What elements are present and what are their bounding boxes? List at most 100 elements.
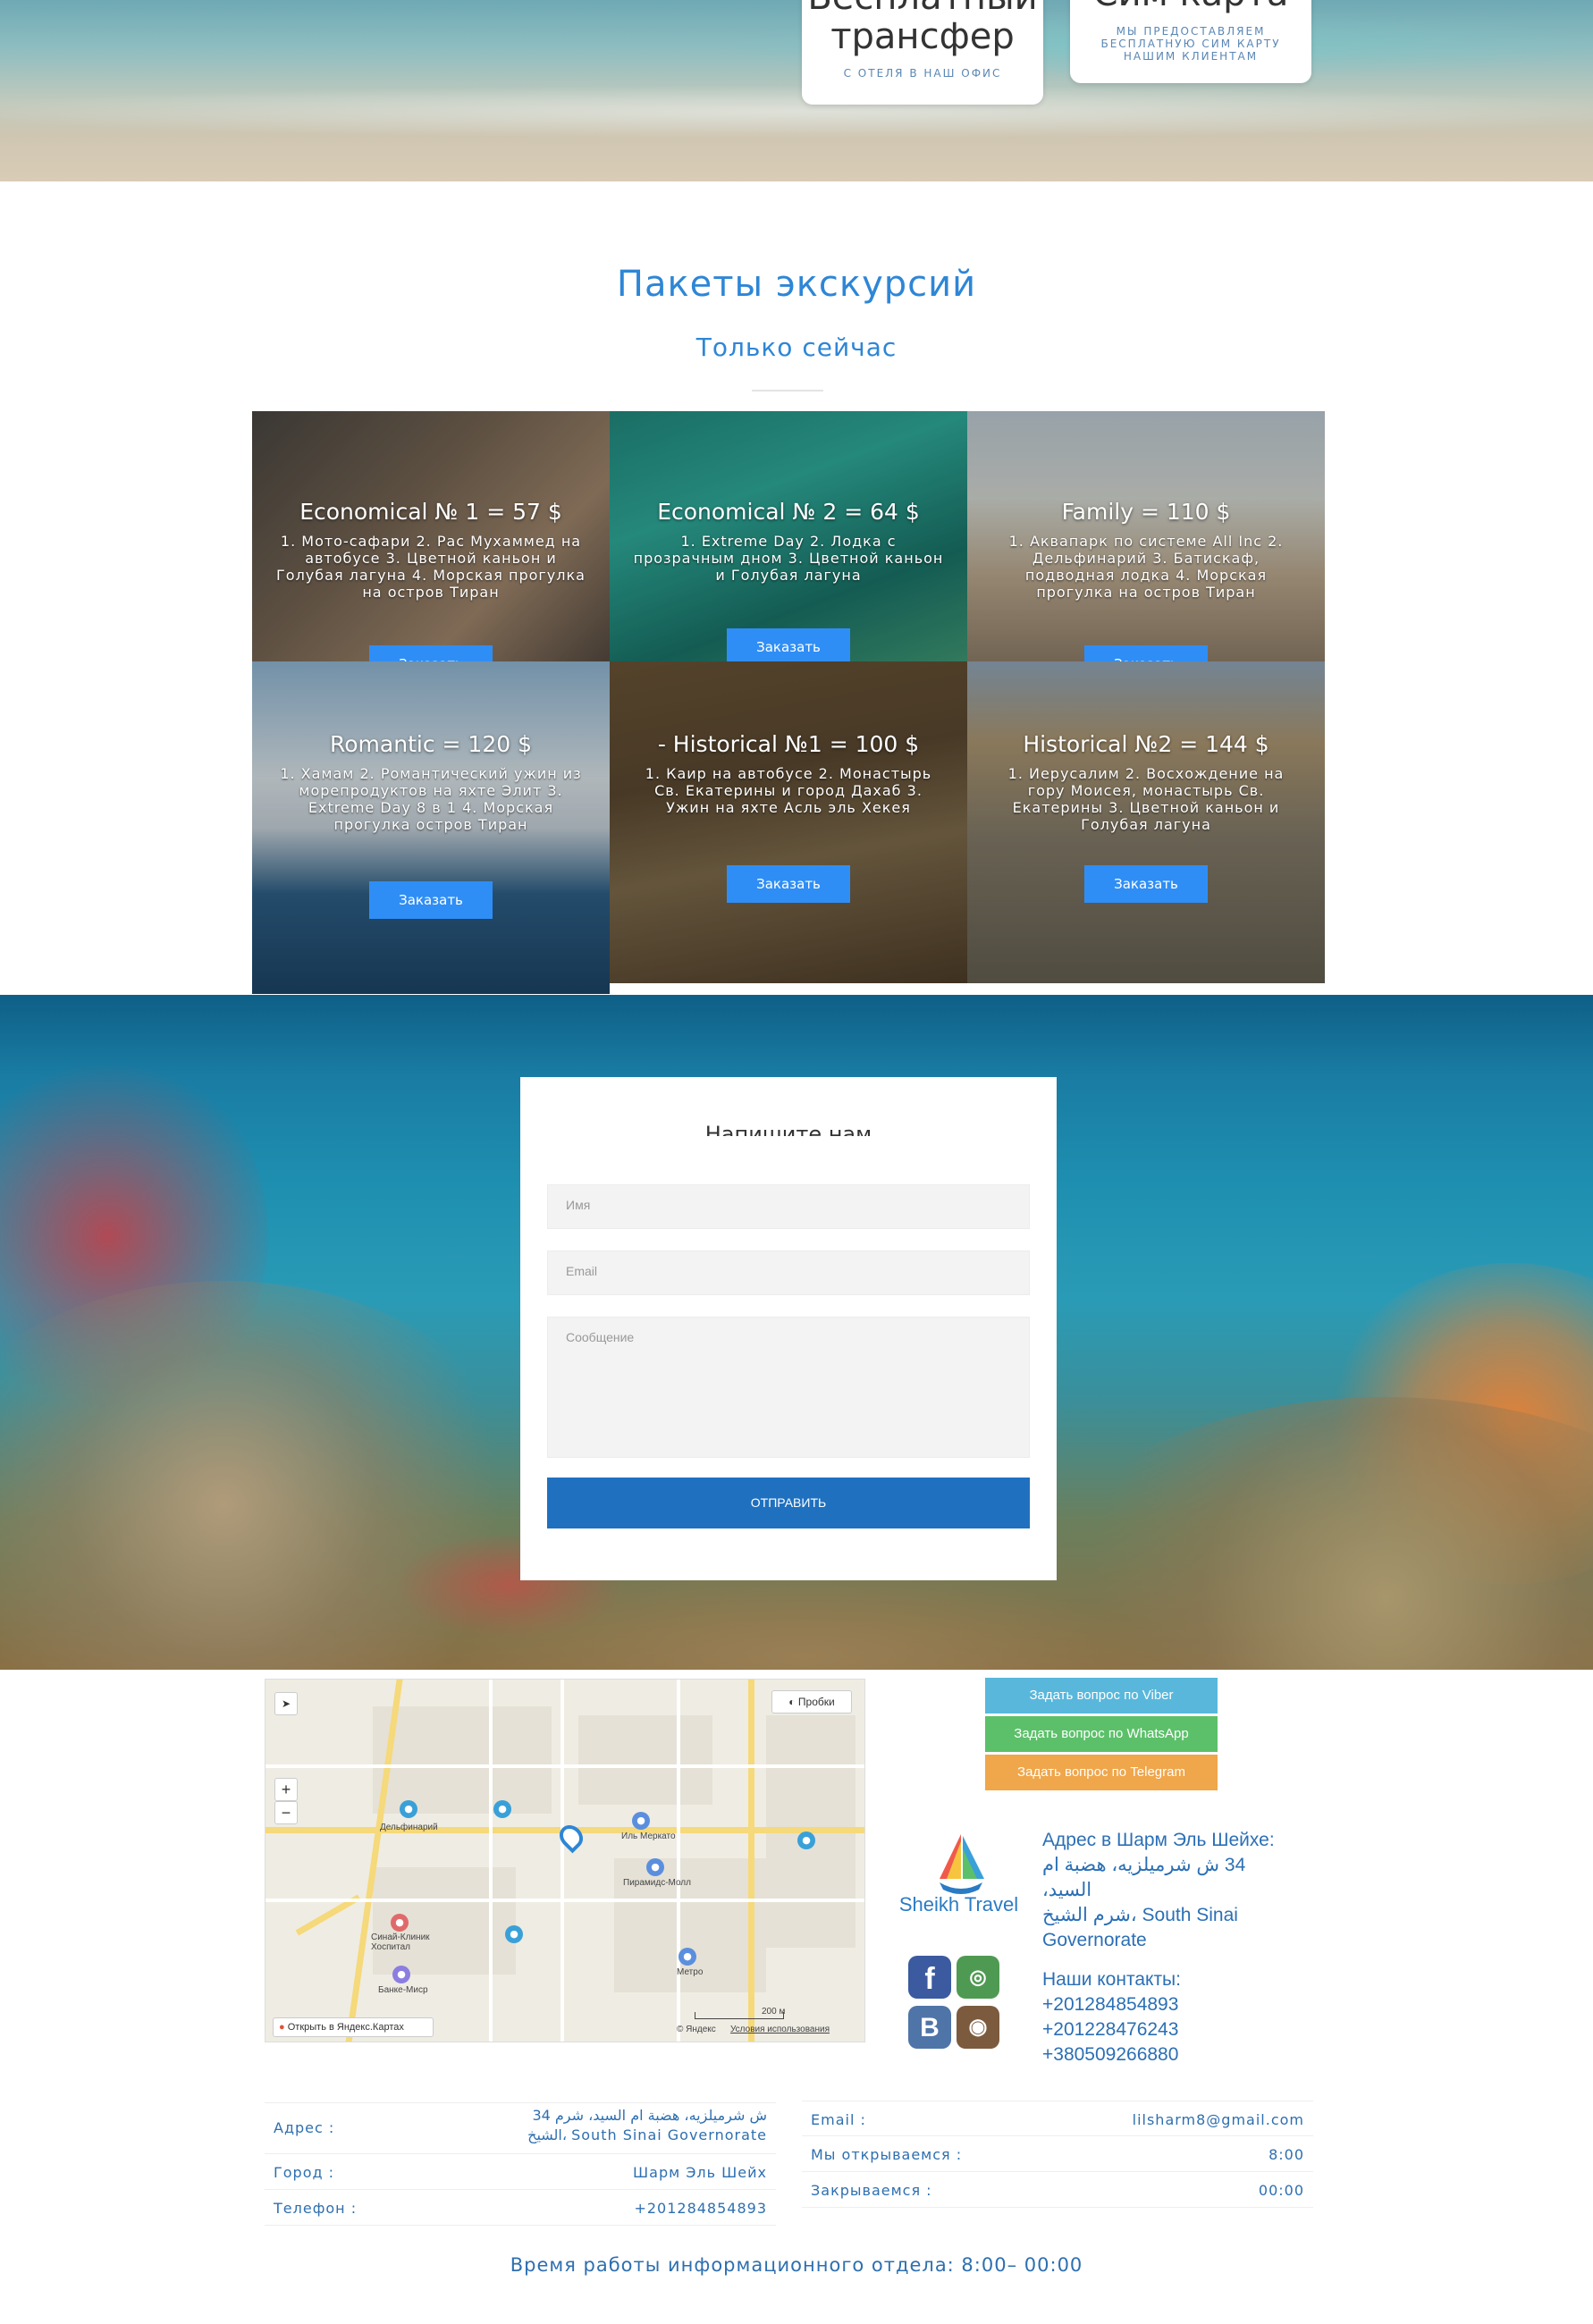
- dolphinarium-poi-icon[interactable]: ●: [400, 1800, 417, 1818]
- map-block: [578, 1715, 712, 1805]
- info-key: Email :: [811, 2111, 866, 2128]
- tour-description: 1. Хамам 2. Романтический ужин из морепр…: [280, 765, 582, 833]
- phone-3[interactable]: +380509266880: [1042, 2042, 1275, 2067]
- traffic-button[interactable]: ◐ Пробки: [771, 1690, 852, 1714]
- tour-card-historical-1: - Historical №1 = 100 $ 1. Каир на автоб…: [610, 661, 967, 983]
- message-textarea[interactable]: Сообщение: [547, 1317, 1030, 1458]
- phone-2[interactable]: +201228476243: [1042, 2017, 1275, 2042]
- map-terms-link[interactable]: Условия использования: [730, 2025, 830, 2034]
- map-label-bank-misr: Банке-Миср: [378, 1985, 428, 1995]
- diving-poi-icon[interactable]: ●: [797, 1831, 815, 1849]
- address-block: Адрес в Шарм Эль Шейхе: 34 ش شرميلزيه، ه…: [1042, 1828, 1275, 2067]
- info-value[interactable]: lilsharm8@gmail.com: [1133, 2111, 1304, 2128]
- hero-beach-banner: Бесплатный трансфер с отеля в наш офис С…: [0, 0, 1593, 181]
- info-row-phone: Телефон : +201284854893: [265, 2190, 776, 2226]
- sailboat-logo-icon: [934, 1832, 988, 1897]
- free-transfer-title-line2: трансфер: [830, 16, 1015, 57]
- section-divider: [752, 390, 823, 392]
- info-row-address: Адрес : 34 ش شرميلزيه، هضبة ام السيد، شر…: [265, 2102, 776, 2154]
- contact-form-card: Напишите нам Имя Email Сообщение Отправи…: [520, 1077, 1057, 1580]
- tile-overlay: [610, 661, 967, 983]
- traffic-label: Пробки: [797, 1696, 835, 1708]
- telegram-button[interactable]: Задать вопрос по Telegram: [985, 1755, 1218, 1790]
- instagram-icon[interactable]: ◉: [957, 2006, 999, 2049]
- tour-title: Historical №2 = 144 $: [1023, 731, 1269, 757]
- info-value-line1: 34 ش شرميلزيه، هضبة ام السيد، شرم: [532, 2107, 767, 2124]
- sim-card-title: Сим карта: [1070, 0, 1311, 16]
- info-value: 8:00: [1268, 2146, 1304, 2163]
- map-label-pyramids-mall: Пирамидс-Молл: [623, 1878, 691, 1888]
- phone-1[interactable]: +201284854893: [1042, 1992, 1275, 2017]
- info-value[interactable]: +201284854893: [634, 2200, 767, 2217]
- tours-section-title: Пакеты экскурсий: [616, 264, 977, 305]
- beach-poi-icon[interactable]: ●: [493, 1800, 511, 1818]
- tour-card-economical-2: Economical № 2 = 64 $ 1. Extreme Day 2. …: [610, 411, 967, 661]
- office-hours: Время работы информационного отдела: 8:0…: [510, 2254, 1083, 2276]
- traffic-icon: ◐: [788, 1696, 796, 1708]
- submit-button[interactable]: Отправить: [547, 1478, 1030, 1528]
- whatsapp-button[interactable]: Задать вопрос по WhatsApp: [985, 1716, 1218, 1752]
- info-row-open: Мы открываемся : 8:00: [802, 2136, 1313, 2172]
- order-button[interactable]: Заказать: [1084, 865, 1208, 903]
- bank-poi-icon[interactable]: ●: [392, 1966, 410, 1983]
- map-label-metro: Метро: [677, 1967, 704, 1977]
- tours-section-subtitle: Только сейчас: [695, 333, 898, 362]
- info-value: 00:00: [1258, 2182, 1304, 2199]
- map-copyright: © Яндекс: [677, 2025, 716, 2034]
- address-line-1: 34 ش شرميلزيه، هضبة ام السيد،: [1042, 1855, 1246, 1900]
- map-label-dolphinarium: Дельфинарий: [380, 1823, 438, 1832]
- info-key: Закрываемся :: [811, 2182, 932, 2199]
- info-value-line2: الشيخ، South Sinai Governorate: [527, 2126, 767, 2143]
- order-button[interactable]: Заказать: [727, 865, 850, 903]
- metro-poi-icon[interactable]: ●: [678, 1948, 696, 1966]
- hospital-poi-icon[interactable]: ●: [391, 1914, 409, 1932]
- info-key: Город :: [274, 2164, 335, 2181]
- map-scale-bar: [695, 2012, 784, 2019]
- tour-description: 1. Иерусалим 2. Восхождение на гору Моис…: [1007, 765, 1285, 833]
- zoom-out-button[interactable]: −: [274, 1801, 298, 1824]
- tour-description: 1. Extreme Day 2. Лодка с прозрачным дно…: [633, 533, 944, 584]
- tour-card-romantic: Romantic = 120 $ 1. Хамам 2. Романтическ…: [252, 661, 610, 994]
- pyramids-mall-poi-icon[interactable]: ●: [646, 1858, 664, 1876]
- tour-title: Economical № 2 = 64 $: [657, 499, 920, 525]
- map-street: [677, 1680, 680, 2042]
- geolocation-button[interactable]: ➤: [274, 1692, 298, 1715]
- order-button[interactable]: Заказать: [369, 645, 493, 661]
- open-in-yandex-link[interactable]: ● Открыть в Яндекс.Картах: [273, 2017, 434, 2037]
- tour-card-economical-1: Economical № 1 = 57 $ 1. Мото-сафари 2. …: [252, 411, 610, 661]
- tour-card-historical-2: Historical №2 = 144 $ 1. Иерусалим 2. Во…: [967, 661, 1325, 983]
- open-in-yandex-label: Открыть в Яндекс.Картах: [287, 2022, 404, 2033]
- info-value: Шарм Эль Шейх: [633, 2164, 767, 2181]
- contact-form-title: Напишите нам: [704, 1122, 872, 1136]
- facebook-icon[interactable]: f: [908, 1956, 951, 1999]
- email-input[interactable]: Email: [547, 1250, 1030, 1295]
- diving-poi-icon-2[interactable]: ●: [505, 1925, 523, 1943]
- sim-card-subtitle: мы предоставляем бесплатную сим карту на…: [1100, 25, 1281, 63]
- map-pin-icon: ●: [279, 2022, 285, 2033]
- tour-title: Economical № 1 = 57 $: [299, 499, 562, 525]
- free-transfer-card: Бесплатный трансфер с отеля в наш офис: [802, 0, 1043, 105]
- vk-icon[interactable]: B: [908, 2006, 951, 2049]
- tour-card-family: Family = 110 $ 1. Аквапарк по системе Al…: [967, 411, 1325, 661]
- map-block: [373, 1706, 552, 1814]
- info-row-close: Закрываемся : 00:00: [802, 2172, 1313, 2208]
- address-line-2: شرم الشيخ، South Sinai Governorate: [1042, 1905, 1238, 1950]
- name-input[interactable]: Имя: [547, 1184, 1030, 1229]
- info-key: Мы открываемся :: [811, 2146, 963, 2163]
- yandex-map[interactable]: ➤ ◐ Пробки + − ● Дельфинарий ● ● Иль Мер…: [265, 1679, 865, 2042]
- map-label-sinai-clinic: Синай-Клиник Хоспитал: [371, 1932, 430, 1952]
- order-button[interactable]: Заказать: [727, 628, 850, 661]
- map-road: [748, 1680, 754, 2042]
- free-transfer-subtitle: с отеля в наш офис: [843, 67, 1002, 80]
- address-heading: Адрес в Шарм Эль Шейхе:: [1042, 1830, 1275, 1850]
- viber-button[interactable]: Задать вопрос по Viber: [985, 1678, 1218, 1714]
- wave-foam: [0, 85, 1593, 139]
- info-row-email: Email : lilsharm8@gmail.com: [802, 2101, 1313, 2136]
- shop-poi-icon[interactable]: ●: [632, 1812, 650, 1830]
- tripadvisor-icon[interactable]: ◎: [957, 1956, 999, 1999]
- info-row-city: Город : Шарм Эль Шейх: [265, 2154, 776, 2190]
- order-button[interactable]: Заказать: [1084, 645, 1208, 661]
- zoom-in-button[interactable]: +: [274, 1778, 298, 1801]
- map-street: [560, 1680, 564, 2042]
- order-button[interactable]: Заказать: [369, 881, 493, 919]
